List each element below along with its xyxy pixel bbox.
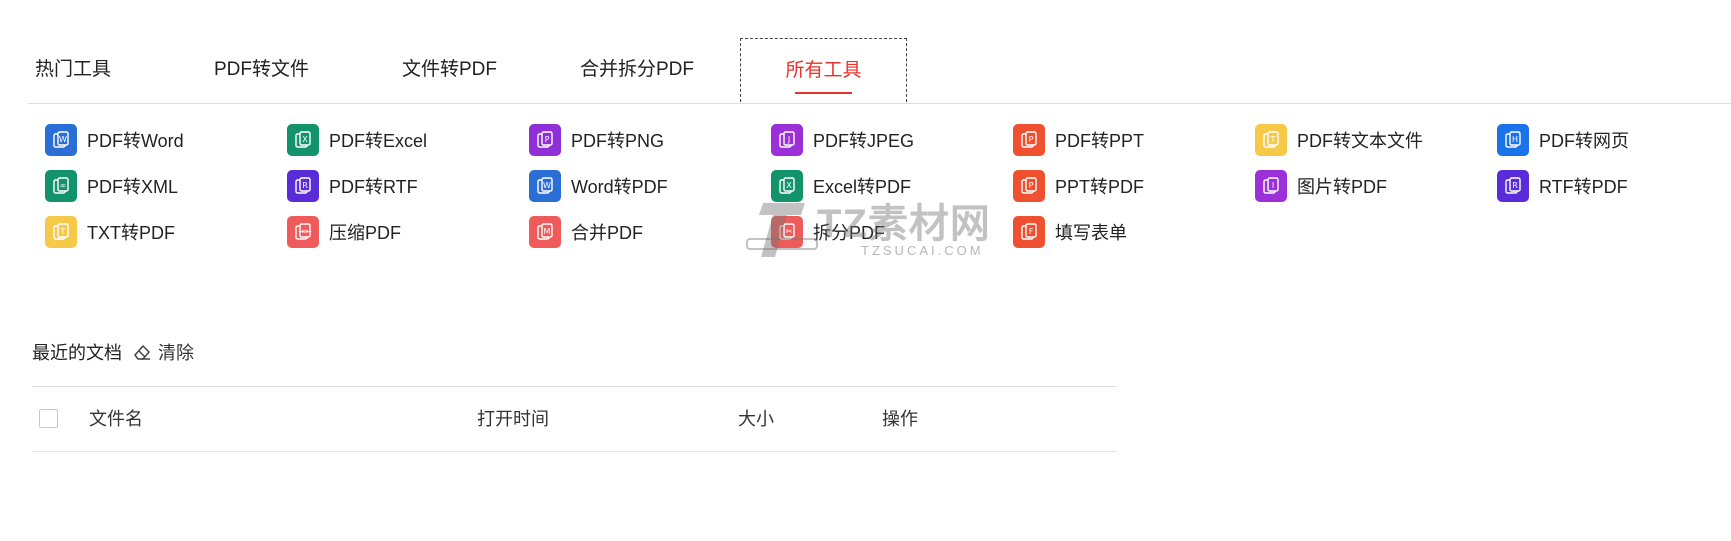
svg-text:X: X (302, 135, 308, 144)
svg-text:P: P (1029, 181, 1034, 190)
tool-pdf-to-jpeg[interactable]: J PDF转JPEG (771, 122, 914, 158)
tool-compress-pdf[interactable]: ⇥⇤ 压缩PDF (287, 214, 401, 250)
tool-pdf-to-word[interactable]: W PDF转Word (45, 122, 184, 158)
column-header-size[interactable]: 大小 (738, 387, 774, 451)
tab-merge-split[interactable]: 合并拆分PDF (580, 38, 694, 102)
tool-label: PDF转XML (87, 177, 179, 197)
tool-pdf-to-rtf[interactable]: R PDF转RTF (287, 168, 418, 204)
tool-fill-form[interactable]: F 填写表单 (1013, 214, 1127, 250)
tool-label: 压缩PDF (329, 223, 401, 243)
tool-label: PDF转Excel (329, 131, 428, 151)
svg-text:J: J (787, 135, 790, 144)
tool-label: 拆分PDF (813, 223, 885, 243)
svg-text:✂: ✂ (786, 227, 793, 236)
eraser-icon (134, 345, 150, 360)
tool-label: PDF转网页 (1539, 131, 1629, 151)
tool-pdf-to-html[interactable]: H PDF转网页 (1497, 122, 1629, 158)
tool-label: PDF转PNG (571, 131, 665, 151)
tool-excel-to-pdf[interactable]: X Excel转PDF (771, 168, 911, 204)
tool-label: PDF转RTF (329, 177, 418, 197)
pdf-to-html-icon: H (1497, 124, 1529, 156)
ppt-to-pdf-icon: P (1013, 170, 1045, 202)
svg-text:R: R (1512, 181, 1518, 190)
svg-text:∞: ∞ (60, 181, 67, 190)
tool-pdf-to-png[interactable]: P PDF转PNG (529, 122, 664, 158)
tool-label: 合并PDF (571, 223, 643, 243)
recent-docs-header: 最近的文档 清除 (32, 338, 194, 366)
tool-label: Excel转PDF (813, 177, 912, 197)
image-to-pdf-icon: I (1255, 170, 1287, 202)
excel-to-pdf-icon: X (771, 170, 803, 202)
tool-split-pdf[interactable]: ✂ 拆分PDF (771, 214, 885, 250)
word-to-pdf-icon: W (529, 170, 561, 202)
rtf-to-pdf-icon: R (1497, 170, 1529, 202)
tab-all-tools-label: 所有工具 (785, 60, 862, 81)
select-all-checkbox[interactable] (39, 409, 58, 428)
tool-label: TXT转PDF (87, 223, 175, 243)
tool-rtf-to-pdf[interactable]: R RTF转PDF (1497, 168, 1628, 204)
table-bottom-rule (32, 451, 1117, 452)
svg-text:P: P (545, 135, 550, 144)
tool-merge-pdf[interactable]: M 合并PDF (529, 214, 643, 250)
tool-pdf-to-xml[interactable]: ∞ PDF转XML (45, 168, 178, 204)
svg-text:T: T (60, 227, 66, 236)
svg-text:H: H (1512, 135, 1518, 144)
recent-docs-table: 文件名 打开时间 大小 操作 (32, 386, 1117, 452)
column-header-actions: 操作 (882, 409, 918, 429)
tool-label: PDF转Word (87, 131, 184, 151)
pdf-to-word-icon: W (45, 124, 77, 156)
tool-pdf-to-text[interactable]: T PDF转文本文件 (1255, 122, 1423, 158)
svg-text:W: W (59, 135, 67, 144)
tool-label: 填写表单 (1055, 223, 1127, 243)
tab-file-to-pdf[interactable]: 文件转PDF (402, 38, 497, 102)
recent-docs-title: 最近的文档 (32, 343, 122, 363)
txt-to-pdf-icon: T (45, 216, 77, 248)
svg-text:R: R (302, 181, 308, 190)
tool-label: RTF转PDF (1539, 177, 1628, 197)
fill-form-icon: F (1013, 216, 1045, 248)
active-tab-indicator (795, 92, 852, 94)
tool-label: PPT转PDF (1055, 177, 1145, 197)
tool-pdf-to-ppt[interactable]: P PDF转PPT (1013, 122, 1144, 158)
svg-text:X: X (786, 181, 792, 190)
svg-text:⇥⇤: ⇥⇤ (298, 227, 312, 236)
merge-pdf-icon: M (529, 216, 561, 248)
compress-pdf-icon: ⇥⇤ (287, 216, 319, 248)
tool-word-to-pdf[interactable]: W Word转PDF (529, 168, 668, 204)
clear-recent-button[interactable]: 清除 (132, 339, 194, 365)
tool-label: PDF转文本文件 (1297, 131, 1423, 151)
tab-all-tools[interactable]: 所有工具 (740, 38, 907, 102)
tab-pdf-to-file[interactable]: PDF转文件 (214, 38, 309, 102)
tool-tabs: 热门工具 PDF转文件 文件转PDF 合并拆分PDF 所有工具 (0, 0, 1731, 104)
column-header-filename[interactable]: 文件名 (89, 387, 143, 451)
pdf-to-jpeg-icon: J (771, 124, 803, 156)
pdf-to-xml-icon: ∞ (45, 170, 77, 202)
pdf-to-excel-icon: X (287, 124, 319, 156)
svg-text:F: F (1029, 227, 1034, 236)
tool-label: PDF转PPT (1055, 131, 1145, 151)
tool-pdf-to-excel[interactable]: X PDF转Excel (287, 122, 427, 158)
svg-text:P: P (1029, 135, 1034, 144)
tool-ppt-to-pdf[interactable]: P PPT转PDF (1013, 168, 1144, 204)
tabs-divider (28, 103, 1731, 104)
tool-image-to-pdf[interactable]: I 图片转PDF (1255, 168, 1387, 204)
svg-text:W: W (543, 181, 551, 190)
svg-text:I: I (1272, 181, 1274, 190)
svg-text:M: M (544, 227, 551, 236)
svg-text:T: T (1270, 135, 1276, 144)
split-pdf-icon: ✂ (771, 216, 803, 248)
column-header-opened-time[interactable]: 打开时间 (477, 387, 549, 451)
clear-recent-label: 清除 (158, 343, 194, 363)
tab-hot-tools[interactable]: 热门工具 (35, 38, 111, 102)
tool-label: PDF转JPEG (813, 131, 915, 151)
tool-label: 图片转PDF (1297, 177, 1387, 197)
pdf-to-text-icon: T (1255, 124, 1287, 156)
pdf-to-png-icon: P (529, 124, 561, 156)
pdf-to-rtf-icon: R (287, 170, 319, 202)
tool-label: Word转PDF (571, 177, 668, 197)
table-header-row: 文件名 打开时间 大小 操作 (32, 387, 1117, 451)
pdf-to-ppt-icon: P (1013, 124, 1045, 156)
tool-txt-to-pdf[interactable]: T TXT转PDF (45, 214, 175, 250)
